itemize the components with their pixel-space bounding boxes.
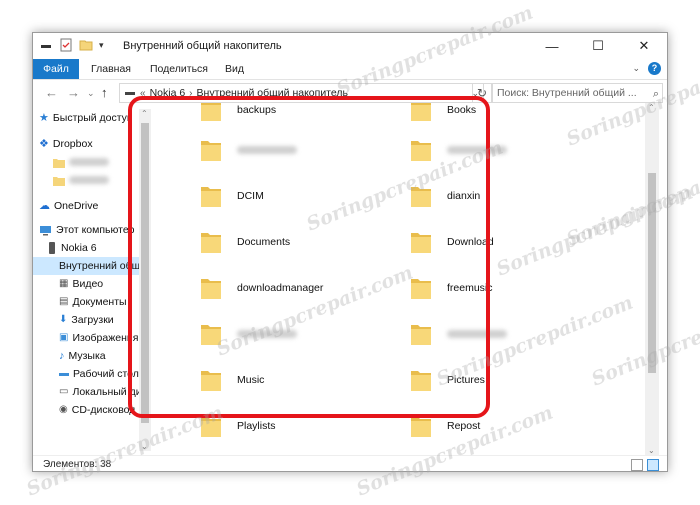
nav-downloads[interactable]: ⬇ Загрузки	[59, 311, 114, 329]
recent-locations-icon[interactable]: ⌄	[87, 88, 95, 99]
downloads-icon: ⬇	[59, 314, 68, 325]
onedrive-icon: ☁	[39, 200, 50, 212]
nav-label: Видео	[72, 278, 104, 290]
nav-label: Dropbox	[52, 138, 93, 150]
maximize-button[interactable]: ☐	[575, 33, 621, 59]
tab-file[interactable]: Файл	[33, 59, 79, 79]
blurred-label	[69, 176, 109, 184]
new-folder-icon[interactable]	[79, 38, 93, 52]
help-icon[interactable]: ?	[648, 62, 661, 75]
music-icon: ♪	[59, 350, 65, 362]
nav-this-pc[interactable]: Этот компьютер	[39, 221, 135, 239]
item-count: Элементов: 38	[43, 459, 112, 470]
title-bar: ▾ Внутренний общий накопитель — ☐ ✕	[33, 33, 667, 59]
view-switcher	[631, 459, 659, 471]
scroll-up-icon[interactable]: ⌃	[648, 103, 655, 112]
window-menu-icon[interactable]	[39, 38, 53, 52]
nav-videos[interactable]: ▦ Видео	[59, 275, 103, 293]
video-icon: ▦	[59, 278, 69, 289]
folder-label: Playlists	[237, 420, 276, 432]
ribbon: Файл Главная Поделиться Вид ⌄ ?	[33, 59, 667, 80]
customize-toolbar-icon[interactable]: ▾	[99, 40, 104, 51]
documents-icon: ▤	[59, 296, 69, 307]
nav-music[interactable]: ♪ Музыка	[59, 347, 106, 365]
nav-label: Загрузки	[71, 314, 114, 326]
blurred-label	[69, 158, 109, 166]
nav-dropbox-folder-2[interactable]	[53, 171, 109, 189]
back-arrow-icon[interactable]: ←	[45, 85, 58, 100]
drive-icon	[125, 92, 135, 95]
folder-label: Repost	[447, 420, 481, 432]
desktop-icon: ▬	[59, 368, 69, 379]
nav-dropbox[interactable]: ❖ Dropbox	[39, 135, 93, 153]
scroll-down-icon[interactable]: ⌄	[141, 442, 148, 451]
tab-share[interactable]: Поделиться	[150, 59, 208, 79]
search-icon: ⌕	[652, 88, 659, 100]
close-button[interactable]: ✕	[621, 33, 667, 59]
nav-label: Документы	[72, 296, 127, 308]
nav-nokia6[interactable]: Nokia 6	[47, 239, 97, 257]
nav-documents[interactable]: ▤ Документы	[59, 293, 127, 311]
tab-home[interactable]: Главная	[91, 59, 131, 79]
quick-access-toolbar: ▾	[39, 38, 104, 52]
up-arrow-icon[interactable]: ↑	[101, 85, 108, 100]
status-bar: Элементов: 38	[33, 455, 667, 471]
window-controls: — ☐ ✕	[529, 33, 667, 59]
phone-icon	[49, 242, 55, 254]
star-icon: ★	[39, 112, 49, 124]
tab-view[interactable]: Вид	[225, 59, 244, 79]
window-title: Внутренний общий накопитель	[123, 40, 282, 52]
disk-icon: ▭	[59, 386, 69, 397]
cd-icon: ◉	[59, 404, 68, 415]
nav-label: Этот компьютер	[56, 224, 135, 236]
nav-dropbox-folder-1[interactable]	[53, 153, 109, 171]
nav-onedrive[interactable]: ☁ OneDrive	[39, 197, 98, 215]
computer-icon	[40, 225, 51, 235]
nav-label: Nokia 6	[61, 242, 97, 254]
scroll-down-icon[interactable]: ⌄	[648, 446, 655, 455]
content-scrollbar[interactable]: ⌃ ⌄	[645, 103, 659, 455]
red-highlight-frame	[128, 96, 490, 418]
nav-label: CD-дисковод	[71, 404, 136, 416]
properties-icon[interactable]	[59, 38, 73, 52]
expand-ribbon-icon[interactable]: ⌄	[632, 63, 640, 74]
ribbon-right: ⌄ ?	[632, 62, 661, 75]
nav-label: Музыка	[68, 350, 106, 362]
minimize-button[interactable]: —	[529, 33, 575, 59]
pictures-icon: ▣	[59, 332, 69, 343]
large-icons-view-icon[interactable]	[647, 459, 659, 471]
folder-icon	[53, 158, 65, 168]
details-view-icon[interactable]	[631, 459, 643, 471]
nav-label: Быстрый доступ	[52, 112, 133, 124]
nav-label: OneDrive	[54, 200, 99, 212]
dropbox-icon: ❖	[39, 138, 49, 150]
nav-pictures[interactable]: ▣ Изображения	[59, 329, 138, 347]
nav-quick-access[interactable]: ★ Быстрый доступ	[39, 109, 133, 127]
nav-cd-drive[interactable]: ◉ CD-дисковод	[59, 401, 135, 419]
nav-desktop[interactable]: ▬ Рабочий стол	[59, 365, 139, 383]
search-input[interactable]: Поиск: Внутренний общий ...	[492, 83, 663, 103]
content-scrollbar-thumb[interactable]	[648, 173, 656, 373]
forward-arrow-icon[interactable]: →	[67, 85, 80, 100]
folder-icon	[53, 176, 65, 186]
